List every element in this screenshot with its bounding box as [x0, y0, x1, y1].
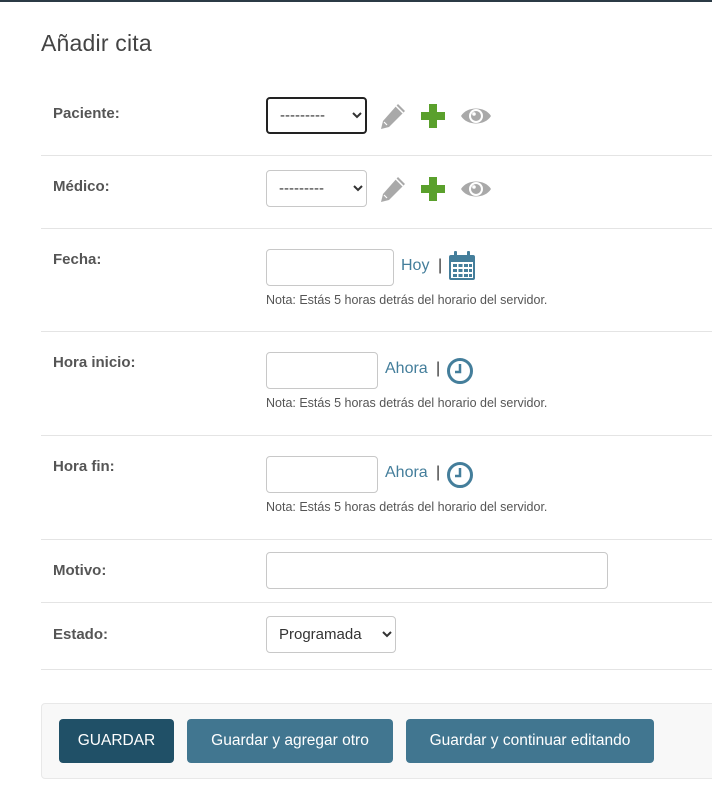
hora-inicio-label: Hora inicio:: [53, 354, 136, 371]
top-border: [0, 0, 712, 2]
estado-select[interactable]: Programada: [266, 616, 396, 653]
row-hora-inicio: Hora inicio: Ahora | Nota: Estás 5 horas…: [41, 332, 712, 436]
eye-icon[interactable]: [460, 103, 492, 129]
save-and-continue-editing-button[interactable]: Guardar y continuar editando: [406, 719, 654, 763]
plus-icon[interactable]: [420, 103, 446, 129]
motivo-label: Motivo:: [53, 562, 107, 579]
fecha-label: Fecha:: [53, 251, 102, 268]
save-button[interactable]: GUARDAR: [59, 719, 174, 763]
hora-inicio-help-text: Nota: Estás 5 horas detrás del horario d…: [266, 396, 548, 410]
ahora-link[interactable]: Ahora: [385, 360, 428, 378]
medico-label: Médico:: [53, 178, 110, 195]
clock-icon[interactable]: [446, 357, 474, 390]
paciente-actions: [378, 97, 492, 134]
hora-fin-help-text: Nota: Estás 5 horas detrás del horario d…: [266, 500, 548, 514]
eye-icon[interactable]: [460, 176, 492, 202]
hora-fin-input[interactable]: [266, 456, 378, 493]
hora-fin-separator: |: [436, 464, 441, 481]
hora-inicio-separator: |: [436, 360, 441, 377]
hora-fin-label: Hora fin:: [53, 458, 115, 475]
plus-icon[interactable]: [420, 176, 446, 202]
ahora-link[interactable]: Ahora: [385, 464, 428, 482]
medico-select[interactable]: ---------: [266, 170, 367, 207]
paciente-select[interactable]: ---------: [266, 97, 367, 134]
row-estado: Estado: Programada: [41, 603, 712, 670]
clock-icon[interactable]: [446, 461, 474, 494]
pencil-icon[interactable]: [378, 174, 408, 204]
row-hora-fin: Hora fin: Ahora | Nota: Estás 5 horas de…: [41, 436, 712, 540]
medico-actions: [378, 170, 492, 207]
fecha-input[interactable]: [266, 249, 394, 286]
estado-label: Estado:: [53, 626, 109, 643]
page-title: Añadir cita: [41, 30, 152, 56]
row-fecha: Fecha: Hoy | Nota: Estás 5 horas detrás …: [41, 229, 712, 332]
hora-inicio-input[interactable]: [266, 352, 378, 389]
motivo-input[interactable]: [266, 552, 608, 589]
paciente-label: Paciente:: [53, 105, 120, 122]
row-paciente: Paciente: ---------: [41, 76, 712, 156]
hoy-link[interactable]: Hoy: [401, 257, 429, 275]
row-medico: Médico: ---------: [41, 156, 712, 229]
fecha-help-text: Nota: Estás 5 horas detrás del horario d…: [266, 293, 548, 307]
submit-row: GUARDAR Guardar y agregar otro Guardar y…: [41, 703, 712, 779]
save-and-add-another-button[interactable]: Guardar y agregar otro: [187, 719, 393, 763]
fecha-separator: |: [438, 257, 443, 274]
row-motivo: Motivo:: [41, 540, 712, 603]
calendar-icon[interactable]: [448, 251, 476, 286]
appointment-form: Paciente: --------- Médico: --------- Fe…: [41, 76, 712, 670]
pencil-icon[interactable]: [378, 101, 408, 131]
